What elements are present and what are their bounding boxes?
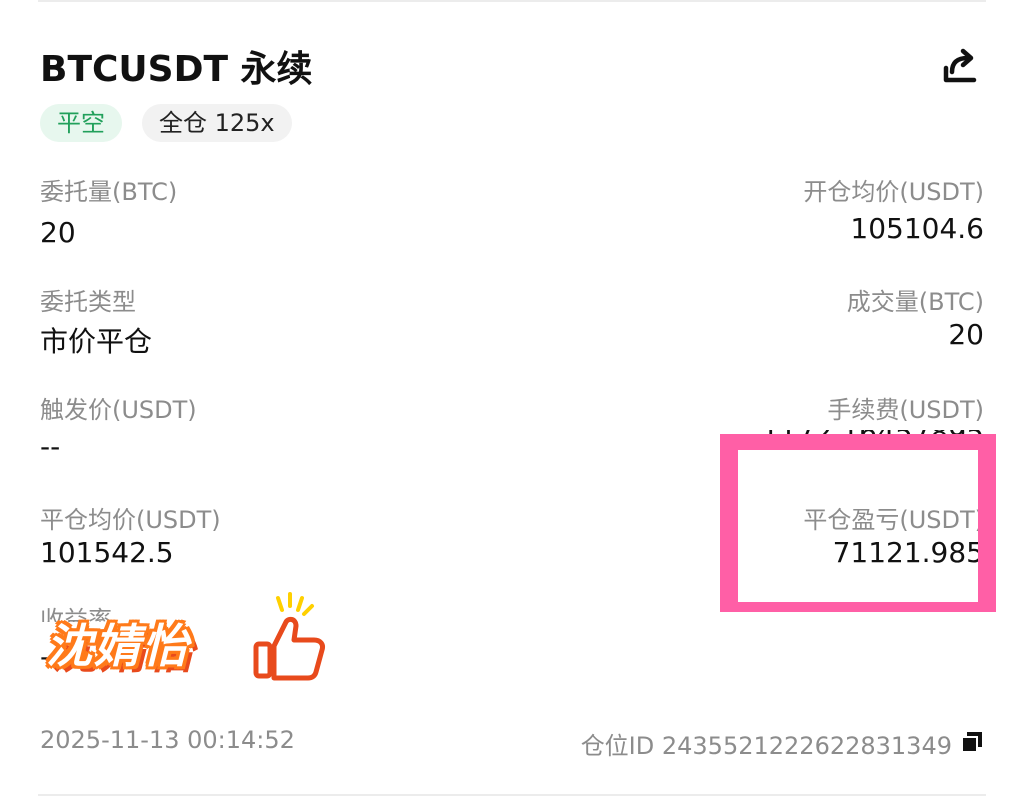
filled-qty-value: 20 (948, 318, 984, 351)
top-divider (38, 0, 986, 2)
open-avg-label: 开仓均价(USDT) (803, 178, 984, 206)
order-qty-value: 20 (40, 216, 76, 249)
close-pnl-value: 71121.985 (832, 536, 984, 569)
fee-value-obscured: 1172.16457895 (761, 430, 984, 449)
side-tag: 平空 (40, 104, 122, 142)
open-avg-value: 105104.6 (850, 212, 984, 245)
watermark-text: 沈婧怡 (46, 619, 190, 673)
thumbs-up-icon (252, 592, 328, 684)
close-pnl-label: 平仓盈亏(USDT) (803, 506, 984, 534)
order-type-value: 市价平仓 (40, 325, 153, 358)
close-avg-label: 平仓均价(USDT) (40, 506, 221, 534)
order-detail-card: BTCUSDT 永续 平空 全仓 125x 委托量(BTC) 20 开仓均价(U… (0, 0, 1024, 796)
filled-qty-label: 成交量(BTC) (846, 288, 984, 316)
fee-label: 手续费(USDT) (827, 396, 984, 424)
order-type-label: 委托类型 (40, 288, 136, 316)
trigger-price-label: 触发价(USDT) (40, 396, 197, 424)
watermark-sticker: 沈婧怡 (38, 592, 328, 688)
timestamp: 2025-11-13 00:14:52 (40, 726, 295, 754)
trigger-price-value: -- (40, 430, 61, 463)
page-title: BTCUSDT 永续 (40, 49, 313, 90)
close-avg-value: 101542.5 (40, 536, 174, 569)
order-qty-label: 委托量(BTC) (40, 178, 178, 206)
margin-leverage-tag: 全仓 125x (142, 104, 292, 142)
copy-icon[interactable] (960, 730, 984, 754)
position-id: 仓位ID 2435521222622831349 (580, 732, 952, 760)
share-icon[interactable] (942, 44, 980, 86)
